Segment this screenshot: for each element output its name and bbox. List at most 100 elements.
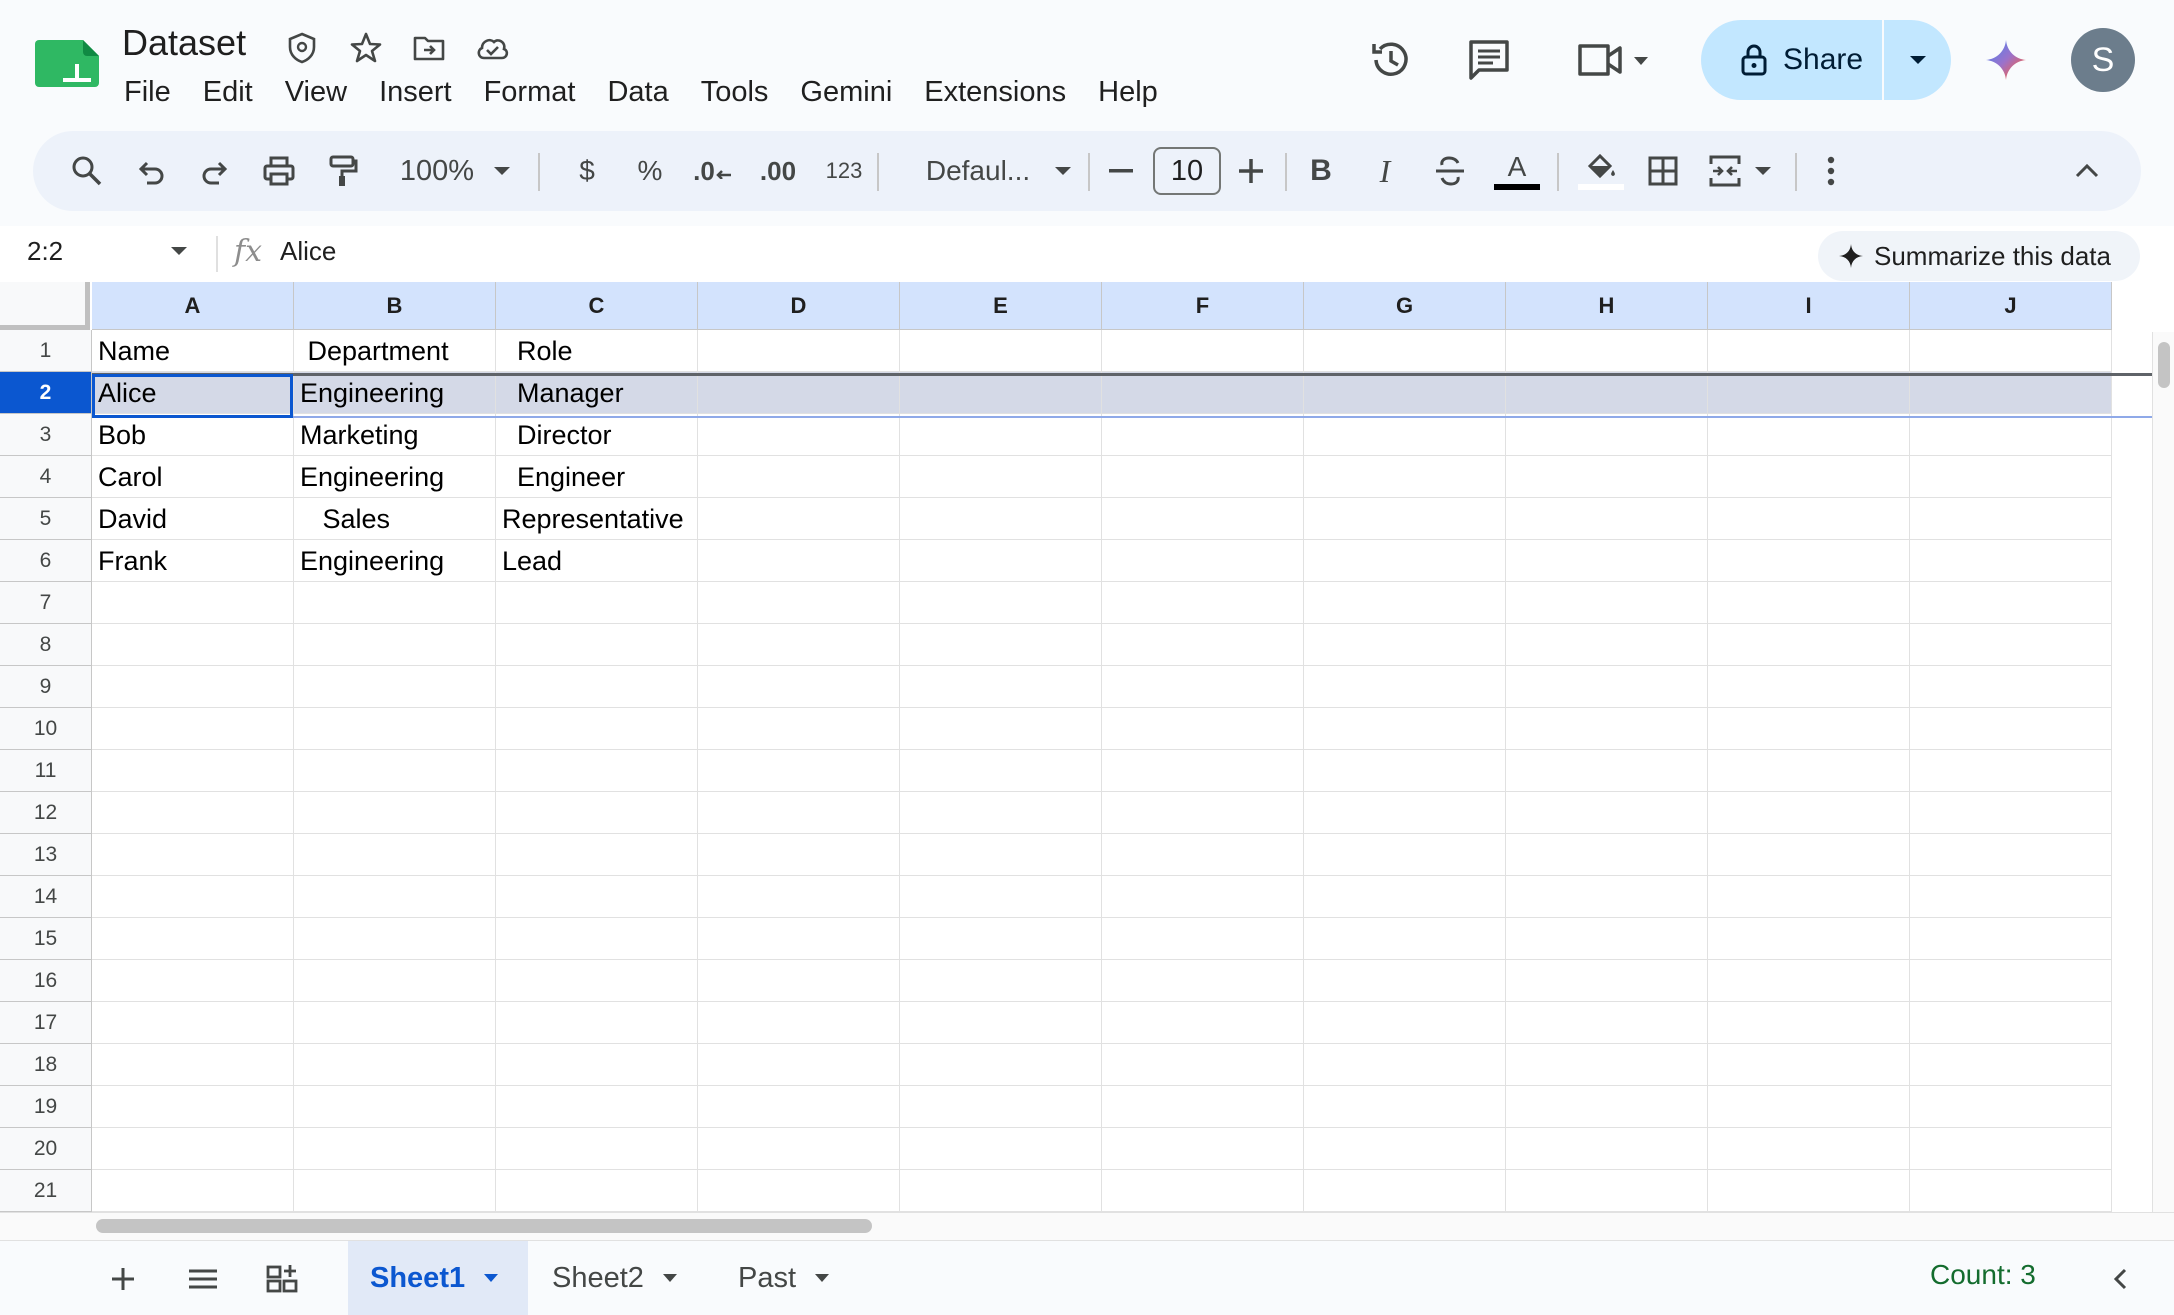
cell-j18[interactable] [1910, 1044, 2112, 1086]
cell-f14[interactable] [1102, 876, 1304, 918]
row-header-1[interactable]: 1 [0, 330, 92, 372]
cell-f8[interactable] [1102, 624, 1304, 666]
cell-c3[interactable]: Director [496, 414, 698, 456]
cell-h5[interactable] [1506, 498, 1708, 540]
italic-button[interactable]: I [1361, 147, 1409, 195]
cell-f19[interactable] [1102, 1086, 1304, 1128]
cell-a14[interactable] [92, 876, 294, 918]
cell-j4[interactable] [1910, 456, 2112, 498]
cell-a10[interactable] [92, 708, 294, 750]
cell-d1[interactable] [698, 330, 900, 372]
column-header-i[interactable]: I [1708, 282, 1910, 330]
cell-g17[interactable] [1304, 1002, 1506, 1044]
font-size-increase-button[interactable] [1229, 147, 1273, 195]
cell-f10[interactable] [1102, 708, 1304, 750]
cell-i19[interactable] [1708, 1086, 1910, 1128]
cell-c14[interactable] [496, 876, 698, 918]
cell-i2[interactable] [1708, 372, 1910, 414]
zoom-dropdown[interactable] [487, 147, 517, 195]
cell-i17[interactable] [1708, 1002, 1910, 1044]
cell-a2[interactable]: Alice [92, 372, 294, 414]
name-box[interactable]: 2:2 [27, 236, 63, 267]
cell-b3[interactable]: Marketing [294, 414, 496, 456]
cell-e12[interactable] [900, 792, 1102, 834]
menu-extensions[interactable]: Extensions [908, 72, 1082, 112]
row-header-9[interactable]: 9 [0, 666, 92, 708]
cell-i8[interactable] [1708, 624, 1910, 666]
merge-dropdown[interactable] [1749, 147, 1777, 195]
cell-d14[interactable] [698, 876, 900, 918]
cell-e9[interactable] [900, 666, 1102, 708]
cell-j2[interactable] [1910, 372, 2112, 414]
cell-c8[interactable] [496, 624, 698, 666]
cell-j15[interactable] [1910, 918, 2112, 960]
summarize-button[interactable]: Summarize this data [1818, 231, 2140, 281]
text-color-button[interactable]: A [1489, 147, 1545, 195]
cell-h21[interactable] [1506, 1170, 1708, 1212]
cell-e3[interactable] [900, 414, 1102, 456]
cell-i1[interactable] [1708, 330, 1910, 372]
menu-view[interactable]: View [269, 72, 363, 112]
cell-c7[interactable] [496, 582, 698, 624]
cell-f18[interactable] [1102, 1044, 1304, 1086]
cell-h12[interactable] [1506, 792, 1708, 834]
cell-g4[interactable] [1304, 456, 1506, 498]
select-all-corner[interactable] [0, 282, 90, 330]
cell-c13[interactable] [496, 834, 698, 876]
column-header-d[interactable]: D [698, 282, 900, 330]
cell-h2[interactable] [1506, 372, 1708, 414]
cell-c11[interactable] [496, 750, 698, 792]
cell-a11[interactable] [92, 750, 294, 792]
menu-file[interactable]: File [108, 72, 187, 112]
row-header-13[interactable]: 13 [0, 834, 92, 876]
account-avatar[interactable]: S [2071, 28, 2135, 92]
sheet-tab-past[interactable]: Past [716, 1241, 856, 1315]
cell-c10[interactable] [496, 708, 698, 750]
cell-b6[interactable]: Engineering [294, 540, 496, 582]
cell-h10[interactable] [1506, 708, 1708, 750]
cell-c19[interactable] [496, 1086, 698, 1128]
cell-c6[interactable]: Lead [496, 540, 698, 582]
cell-b16[interactable] [294, 960, 496, 1002]
cell-b21[interactable] [294, 1170, 496, 1212]
row-header-10[interactable]: 10 [0, 708, 92, 750]
cell-e2[interactable] [900, 372, 1102, 414]
more-formats-button[interactable]: 123 [813, 147, 875, 195]
star-icon[interactable] [348, 30, 384, 66]
cell-g7[interactable] [1304, 582, 1506, 624]
cell-c9[interactable] [496, 666, 698, 708]
cell-i6[interactable] [1708, 540, 1910, 582]
cell-e16[interactable] [900, 960, 1102, 1002]
cell-h11[interactable] [1506, 750, 1708, 792]
cell-e14[interactable] [900, 876, 1102, 918]
cell-h4[interactable] [1506, 456, 1708, 498]
column-header-j[interactable]: J [1910, 282, 2112, 330]
cell-d4[interactable] [698, 456, 900, 498]
cell-f21[interactable] [1102, 1170, 1304, 1212]
cell-f4[interactable] [1102, 456, 1304, 498]
row-header-20[interactable]: 20 [0, 1128, 92, 1170]
cloud-saved-icon[interactable] [474, 30, 510, 66]
cell-e18[interactable] [900, 1044, 1102, 1086]
cell-d5[interactable] [698, 498, 900, 540]
cell-b4[interactable]: Engineering [294, 456, 496, 498]
formula-input[interactable]: Alice [280, 236, 336, 267]
cell-d21[interactable] [698, 1170, 900, 1212]
cell-j17[interactable] [1910, 1002, 2112, 1044]
side-panel-toggle[interactable] [2098, 1257, 2142, 1301]
cell-g12[interactable] [1304, 792, 1506, 834]
row-header-8[interactable]: 8 [0, 624, 92, 666]
cell-g18[interactable] [1304, 1044, 1506, 1086]
cell-h8[interactable] [1506, 624, 1708, 666]
row-header-21[interactable]: 21 [0, 1170, 92, 1212]
add-sheet-button[interactable] [101, 1257, 145, 1301]
sheet-tab-sheet1[interactable]: Sheet1 [348, 1241, 528, 1315]
decrease-decimal-button[interactable]: .0 [685, 147, 741, 195]
cell-h1[interactable] [1506, 330, 1708, 372]
cell-c4[interactable]: Engineer [496, 456, 698, 498]
cell-a4[interactable]: Carol [92, 456, 294, 498]
cell-f1[interactable] [1102, 330, 1304, 372]
cell-j21[interactable] [1910, 1170, 2112, 1212]
cell-h13[interactable] [1506, 834, 1708, 876]
cell-f7[interactable] [1102, 582, 1304, 624]
